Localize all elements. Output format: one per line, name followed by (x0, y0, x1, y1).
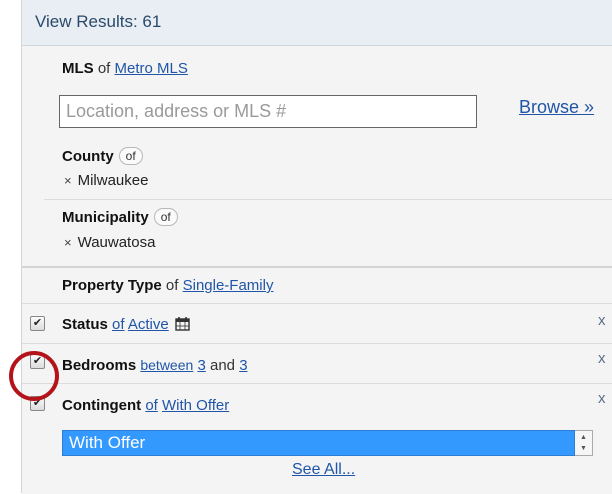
county-chip: × Milwaukee (64, 172, 148, 189)
remove-chip-icon[interactable]: × (64, 173, 72, 188)
calendar-icon[interactable] (175, 316, 190, 335)
municipality-chip: × Wauwatosa (64, 234, 155, 251)
contingent-value-link[interactable]: With Offer (162, 397, 229, 414)
see-all-link[interactable]: See All... (292, 461, 355, 479)
contingent-of-link[interactable]: of (145, 397, 158, 414)
bedrooms-between-link[interactable]: between (140, 357, 193, 373)
browse-link[interactable]: Browse » (519, 97, 594, 118)
status-label: Status (62, 316, 108, 333)
contingent-selected-option[interactable]: With Offer (69, 433, 145, 453)
bedrooms-row: ✔ Bedrooms between 3 and 3 x (22, 343, 612, 384)
select-spinner-icon[interactable]: ▲ ▼ (575, 430, 593, 456)
municipality-of-toggle[interactable]: of (153, 208, 178, 226)
county-of-toggle[interactable]: of (118, 147, 143, 165)
county-label: County (62, 148, 114, 165)
mls-row: MLS of Metro MLS (22, 46, 612, 86)
status-row: ✔ Status of Active x (22, 303, 612, 344)
contingent-select[interactable]: With Offer (62, 430, 575, 456)
county-chip-label: Milwaukee (77, 172, 149, 189)
mls-of: of (97, 60, 111, 77)
highlight-circle-annotation (9, 351, 59, 401)
bedrooms-and: and (209, 357, 236, 374)
mls-label: MLS (62, 60, 94, 77)
remove-status-button[interactable]: x (598, 312, 606, 329)
municipality-filter: Municipality of (62, 208, 178, 226)
view-results-link[interactable]: View Results: 61 (35, 12, 161, 32)
property-type-of: of (165, 277, 179, 294)
search-panel: View Results: 61 MLS of Metro MLS Browse… (21, 0, 612, 494)
location-search-input[interactable] (59, 95, 477, 128)
status-value-link[interactable]: Active (128, 316, 169, 333)
mls-source-link[interactable]: Metro MLS (115, 60, 188, 77)
contingent-label: Contingent (62, 397, 142, 414)
status-of-link[interactable]: of (112, 316, 125, 333)
municipality-chip-label: Wauwatosa (77, 234, 156, 251)
divider (44, 199, 612, 200)
status-checkbox[interactable]: ✔ (30, 316, 45, 331)
county-filter: County of (62, 147, 143, 165)
results-header[interactable]: View Results: 61 (22, 0, 612, 46)
remove-contingent-button[interactable]: x (598, 390, 606, 407)
remove-chip-icon[interactable]: × (64, 235, 72, 250)
remove-bedrooms-button[interactable]: x (598, 350, 606, 367)
bedrooms-label: Bedrooms (62, 357, 137, 374)
bedrooms-min-link[interactable]: 3 (197, 357, 205, 374)
bedrooms-max-link[interactable]: 3 (239, 357, 247, 374)
property-type-link[interactable]: Single-Family (183, 277, 274, 294)
property-type-label: Property Type (62, 277, 162, 294)
municipality-label: Municipality (62, 209, 149, 226)
property-type-row: Property Type of Single-Family (22, 266, 612, 305)
